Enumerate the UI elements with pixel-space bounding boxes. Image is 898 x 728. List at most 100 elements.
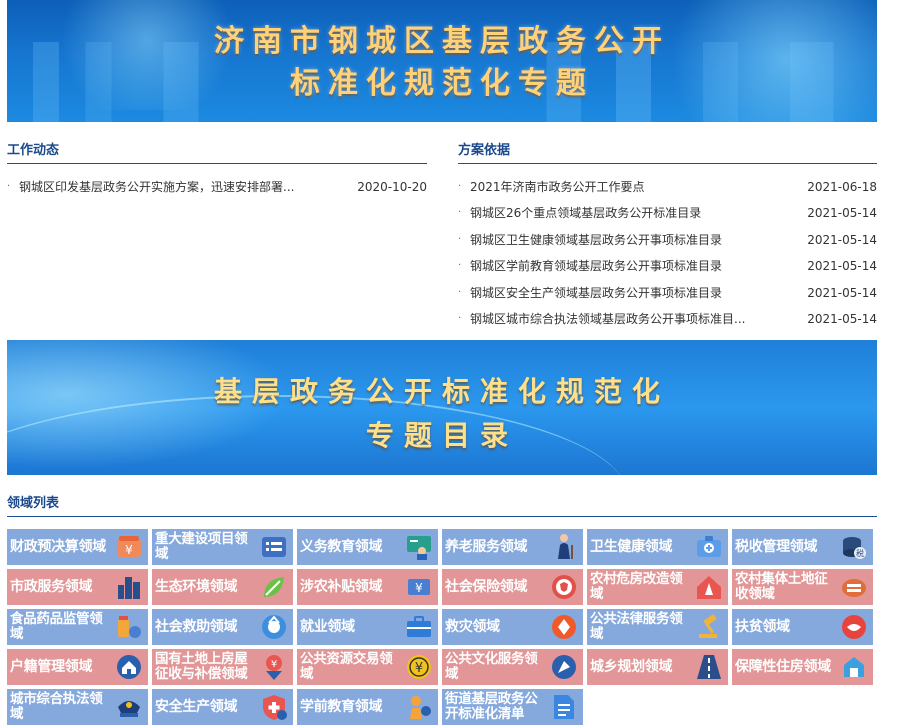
list-item-link[interactable]: 钢城区印发基层政务公开实施方案，迅速安排部署...: [19, 179, 294, 195]
domain-tile[interactable]: 公共文化服务领域: [442, 649, 583, 685]
catalog-banner: 基层政务公开标准化规范化 专题目录: [7, 340, 877, 475]
list-item[interactable]: · 钢城区城市综合执法领域基层政务公开事项标准目... 2021-05-14: [458, 311, 877, 327]
domain-tile[interactable]: 市政服务领域: [7, 569, 148, 605]
domain-tile[interactable]: 城乡规划领域: [587, 649, 728, 685]
subsidy-icon: ¥: [405, 573, 433, 601]
domain-tile[interactable]: 义务教育领域: [297, 529, 438, 565]
domain-tile[interactable]: 生态环境领域: [152, 569, 293, 605]
domain-tile[interactable]: 城市综合执法领域: [7, 689, 148, 725]
list-item[interactable]: · 钢城区卫生健康领域基层政务公开事项标准目录 2021-05-14: [458, 232, 877, 248]
basis-title: 方案依据: [458, 143, 511, 158]
rescue-icon: [260, 613, 288, 641]
domain-list-divider: [7, 516, 877, 517]
list-icon: [260, 533, 288, 561]
work-news-title: 工作动态: [7, 143, 60, 158]
domain-list-title: 领域列表: [7, 496, 60, 511]
list-item-link[interactable]: 2021年济南市政务公开工作要点: [470, 179, 645, 195]
domain-tile[interactable]: 农村危房改造领域: [587, 569, 728, 605]
list-item-date: 2021-05-14: [807, 312, 877, 326]
domain-tile-label: 卫生健康领域: [590, 538, 673, 555]
domain-tile-label: 农村危房改造领域: [590, 571, 683, 602]
domain-tile[interactable]: 涉农补贴领域 ¥: [297, 569, 438, 605]
domain-tile-label: 重大建设项目领域: [155, 531, 248, 562]
list-item-link[interactable]: 钢城区26个重点领域基层政务公开标准目录: [470, 205, 701, 221]
list-item-link[interactable]: 钢城区城市综合执法领域基层政务公开事项标准目...: [470, 311, 745, 327]
domain-tile[interactable]: 户籍管理领域: [7, 649, 148, 685]
money-bag-icon: ¥: [115, 533, 143, 561]
insurance-icon: [550, 573, 578, 601]
domain-tile[interactable]: 税收管理领域税: [732, 529, 873, 565]
domain-tile-label: 就业领域: [300, 618, 355, 635]
domain-tile[interactable]: 养老服务领域: [442, 529, 583, 565]
domain-tile[interactable]: 公共法律服务领域: [587, 609, 728, 645]
list-item-link[interactable]: 钢城区安全生产领域基层政务公开事项标准目录: [470, 285, 722, 301]
list-item[interactable]: · 钢城区印发基层政务公开实施方案，迅速安排部署... 2020-10-20: [7, 179, 427, 195]
bullet-icon: ·: [458, 286, 462, 298]
elderly-icon: [550, 533, 578, 561]
bullet-icon: ·: [458, 181, 462, 192]
domain-tile-label: 城市综合执法领域: [10, 691, 103, 722]
list-item-date: 2021-05-14: [807, 206, 877, 221]
domain-tile[interactable]: 食品药品监管领域: [7, 609, 148, 645]
top-banner: 济南市钢城区基层政务公开 标准化规范化专题: [7, 0, 877, 122]
domain-tile-label: 食品药品监管领域: [10, 611, 103, 642]
domain-tile-label: 义务教育领域: [300, 538, 383, 555]
domain-tile[interactable]: 街道基层政务公开标准化清单: [442, 689, 583, 725]
bullet-icon: ·: [7, 181, 11, 192]
yuan-down-icon: ¥: [260, 653, 288, 681]
domain-tile[interactable]: 扶贫领域: [732, 609, 873, 645]
svg-text:¥: ¥: [271, 659, 277, 670]
medicine-icon: [115, 613, 143, 641]
list-item[interactable]: · 钢城区安全生产领域基层政务公开事项标准目录 2021-05-14: [458, 285, 877, 301]
medical-kit-icon: [695, 533, 723, 561]
svg-text:¥: ¥: [415, 581, 423, 595]
domain-tile[interactable]: 农村集体土地征收领域: [732, 569, 873, 605]
domain-tile[interactable]: 财政预决算领域 ¥: [7, 529, 148, 565]
domain-tile[interactable]: 救灾领域: [442, 609, 583, 645]
list-item-date: 2021-05-14: [807, 285, 877, 300]
list-item[interactable]: · 2021年济南市政务公开工作要点 2021-06-18: [458, 179, 877, 195]
domain-tile[interactable]: 国有土地上房屋征收与补偿领域 ¥: [152, 649, 293, 685]
domain-tile-label: 城乡规划领域: [590, 658, 673, 675]
domain-tile-label: 街道基层政务公开标准化清单: [445, 691, 538, 722]
domain-tile-label: 社会救助领域: [155, 618, 238, 635]
work-news-divider: [7, 163, 427, 164]
police-cap-icon: [115, 693, 143, 721]
briefcase-icon: [405, 613, 433, 641]
gavel-icon: [695, 613, 723, 641]
list-item[interactable]: · 钢城区26个重点领域基层政务公开标准目录 2021-05-14: [458, 205, 877, 221]
list-item[interactable]: · 钢城区学前教育领域基层政务公开事项标准目录 2021-05-14: [458, 258, 877, 274]
svg-text:¥: ¥: [415, 661, 423, 676]
domain-tile[interactable]: 安全生产领域: [152, 689, 293, 725]
domain-tile[interactable]: 公共资源交易领域 ¥: [297, 649, 438, 685]
home-icon: [115, 653, 143, 681]
domain-tile[interactable]: 学前教育领域: [297, 689, 438, 725]
domain-tile[interactable]: 就业领域: [297, 609, 438, 645]
domain-tile[interactable]: 社会救助领域: [152, 609, 293, 645]
road-icon: [695, 653, 723, 681]
domain-tile[interactable]: 保障性住房领域: [732, 649, 873, 685]
list-item-link[interactable]: 钢城区学前教育领域基层政务公开事项标准目录: [470, 258, 722, 274]
domain-tile-label: 学前教育领域: [300, 698, 383, 715]
catalog-banner-line2: 专题目录: [365, 419, 518, 452]
domain-tile-label: 安全生产领域: [155, 698, 238, 715]
domain-tile-label: 财政预决算领域: [10, 538, 106, 555]
house-icon: [695, 573, 723, 601]
bullet-icon: ·: [458, 260, 462, 272]
list-item-date: 2021-06-18: [807, 180, 877, 194]
domain-tile-label: 税收管理领域: [735, 538, 818, 555]
list-item-link[interactable]: 钢城区卫生健康领域基层政务公开事项标准目录: [470, 232, 722, 248]
domain-tile[interactable]: 重大建设项目领域: [152, 529, 293, 565]
basis-divider: [458, 163, 877, 164]
bullet-icon: ·: [458, 313, 462, 324]
shield-icon: [260, 693, 288, 721]
list-item-date: 2021-05-14: [807, 259, 877, 274]
banner-title-line2: 标准化规范化专题: [290, 66, 594, 101]
domain-tile[interactable]: 卫生健康领域: [587, 529, 728, 565]
teacher-icon: [405, 533, 433, 561]
child-icon: [405, 693, 433, 721]
domain-tile-label: 国有土地上房屋征收与补偿领域: [155, 651, 248, 682]
domain-tile[interactable]: 社会保险领域: [442, 569, 583, 605]
document-icon: [550, 693, 578, 721]
leaf-icon: [260, 573, 288, 601]
